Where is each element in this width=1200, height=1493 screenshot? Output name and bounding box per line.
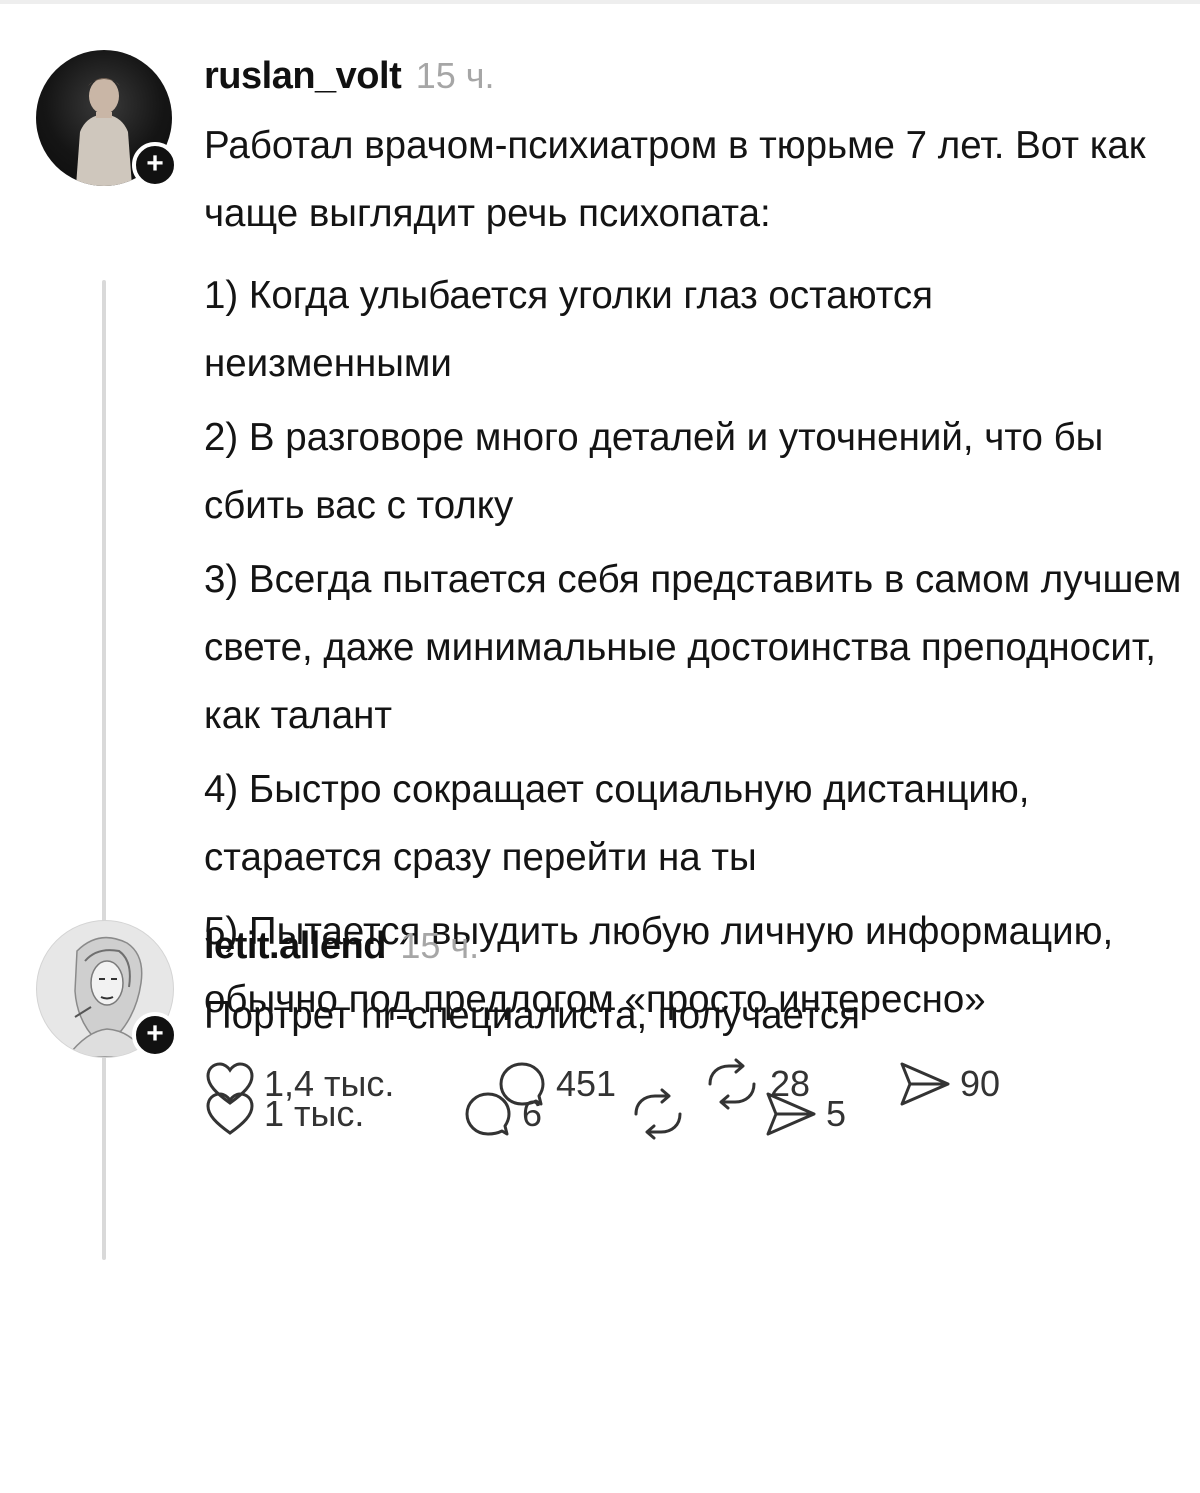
timestamp: 15 ч. bbox=[400, 925, 480, 966]
post-text: Работал врачом-психиатром в тюрьме 7 лет… bbox=[204, 124, 1146, 235]
comment-count: 6 bbox=[522, 1093, 543, 1134]
username[interactable]: letit.allend bbox=[204, 925, 386, 967]
timestamp: 15 ч. bbox=[415, 55, 495, 96]
post-content: letit.allend 15 ч. Портрет hr-специалист… bbox=[204, 920, 1184, 1144]
top-divider bbox=[0, 0, 1200, 4]
like-button[interactable]: 1 тыс. bbox=[204, 1088, 462, 1140]
username[interactable]: ruslan_volt bbox=[204, 55, 402, 97]
plus-icon: + bbox=[146, 1017, 164, 1050]
share-button[interactable]: 5 bbox=[762, 1088, 882, 1140]
comment-button[interactable]: 6 bbox=[462, 1088, 628, 1140]
post-actions: 1 тыс. 6 5 bbox=[204, 1084, 1184, 1144]
send-icon bbox=[766, 1092, 816, 1136]
avatar-container: + bbox=[36, 920, 178, 1060]
list-item: 2) В разговоре много деталей и уточнений… bbox=[204, 416, 1104, 527]
post-text: Портрет hr-специалиста, получается bbox=[204, 994, 860, 1037]
list-item: 1) Когда улыбается уголки глаз остаются … bbox=[204, 274, 934, 385]
thread-connector-line bbox=[102, 280, 106, 1260]
post-header: letit.allend 15 ч. bbox=[204, 920, 1184, 972]
follow-button[interactable]: + bbox=[132, 142, 178, 188]
list-item: 3) Всегда пытается себя представить в са… bbox=[204, 558, 1182, 737]
avatar-container: + bbox=[36, 50, 178, 190]
repost-button[interactable] bbox=[628, 1088, 762, 1140]
list-item: 4) Быстро сокращает социальную дистанцию… bbox=[204, 768, 1030, 879]
post-list: 1) Когда улыбается уголки глаз остаются … bbox=[204, 262, 1184, 1034]
heart-icon bbox=[206, 1092, 254, 1135]
speech-bubble-icon bbox=[465, 1092, 511, 1136]
like-count: 1 тыс. bbox=[264, 1093, 365, 1134]
plus-icon: + bbox=[146, 147, 164, 180]
follow-button[interactable]: + bbox=[132, 1012, 178, 1058]
post-header: ruslan_volt 15 ч. bbox=[204, 50, 1184, 102]
share-count: 5 bbox=[826, 1093, 847, 1134]
repost-arrows-icon bbox=[634, 1088, 682, 1140]
